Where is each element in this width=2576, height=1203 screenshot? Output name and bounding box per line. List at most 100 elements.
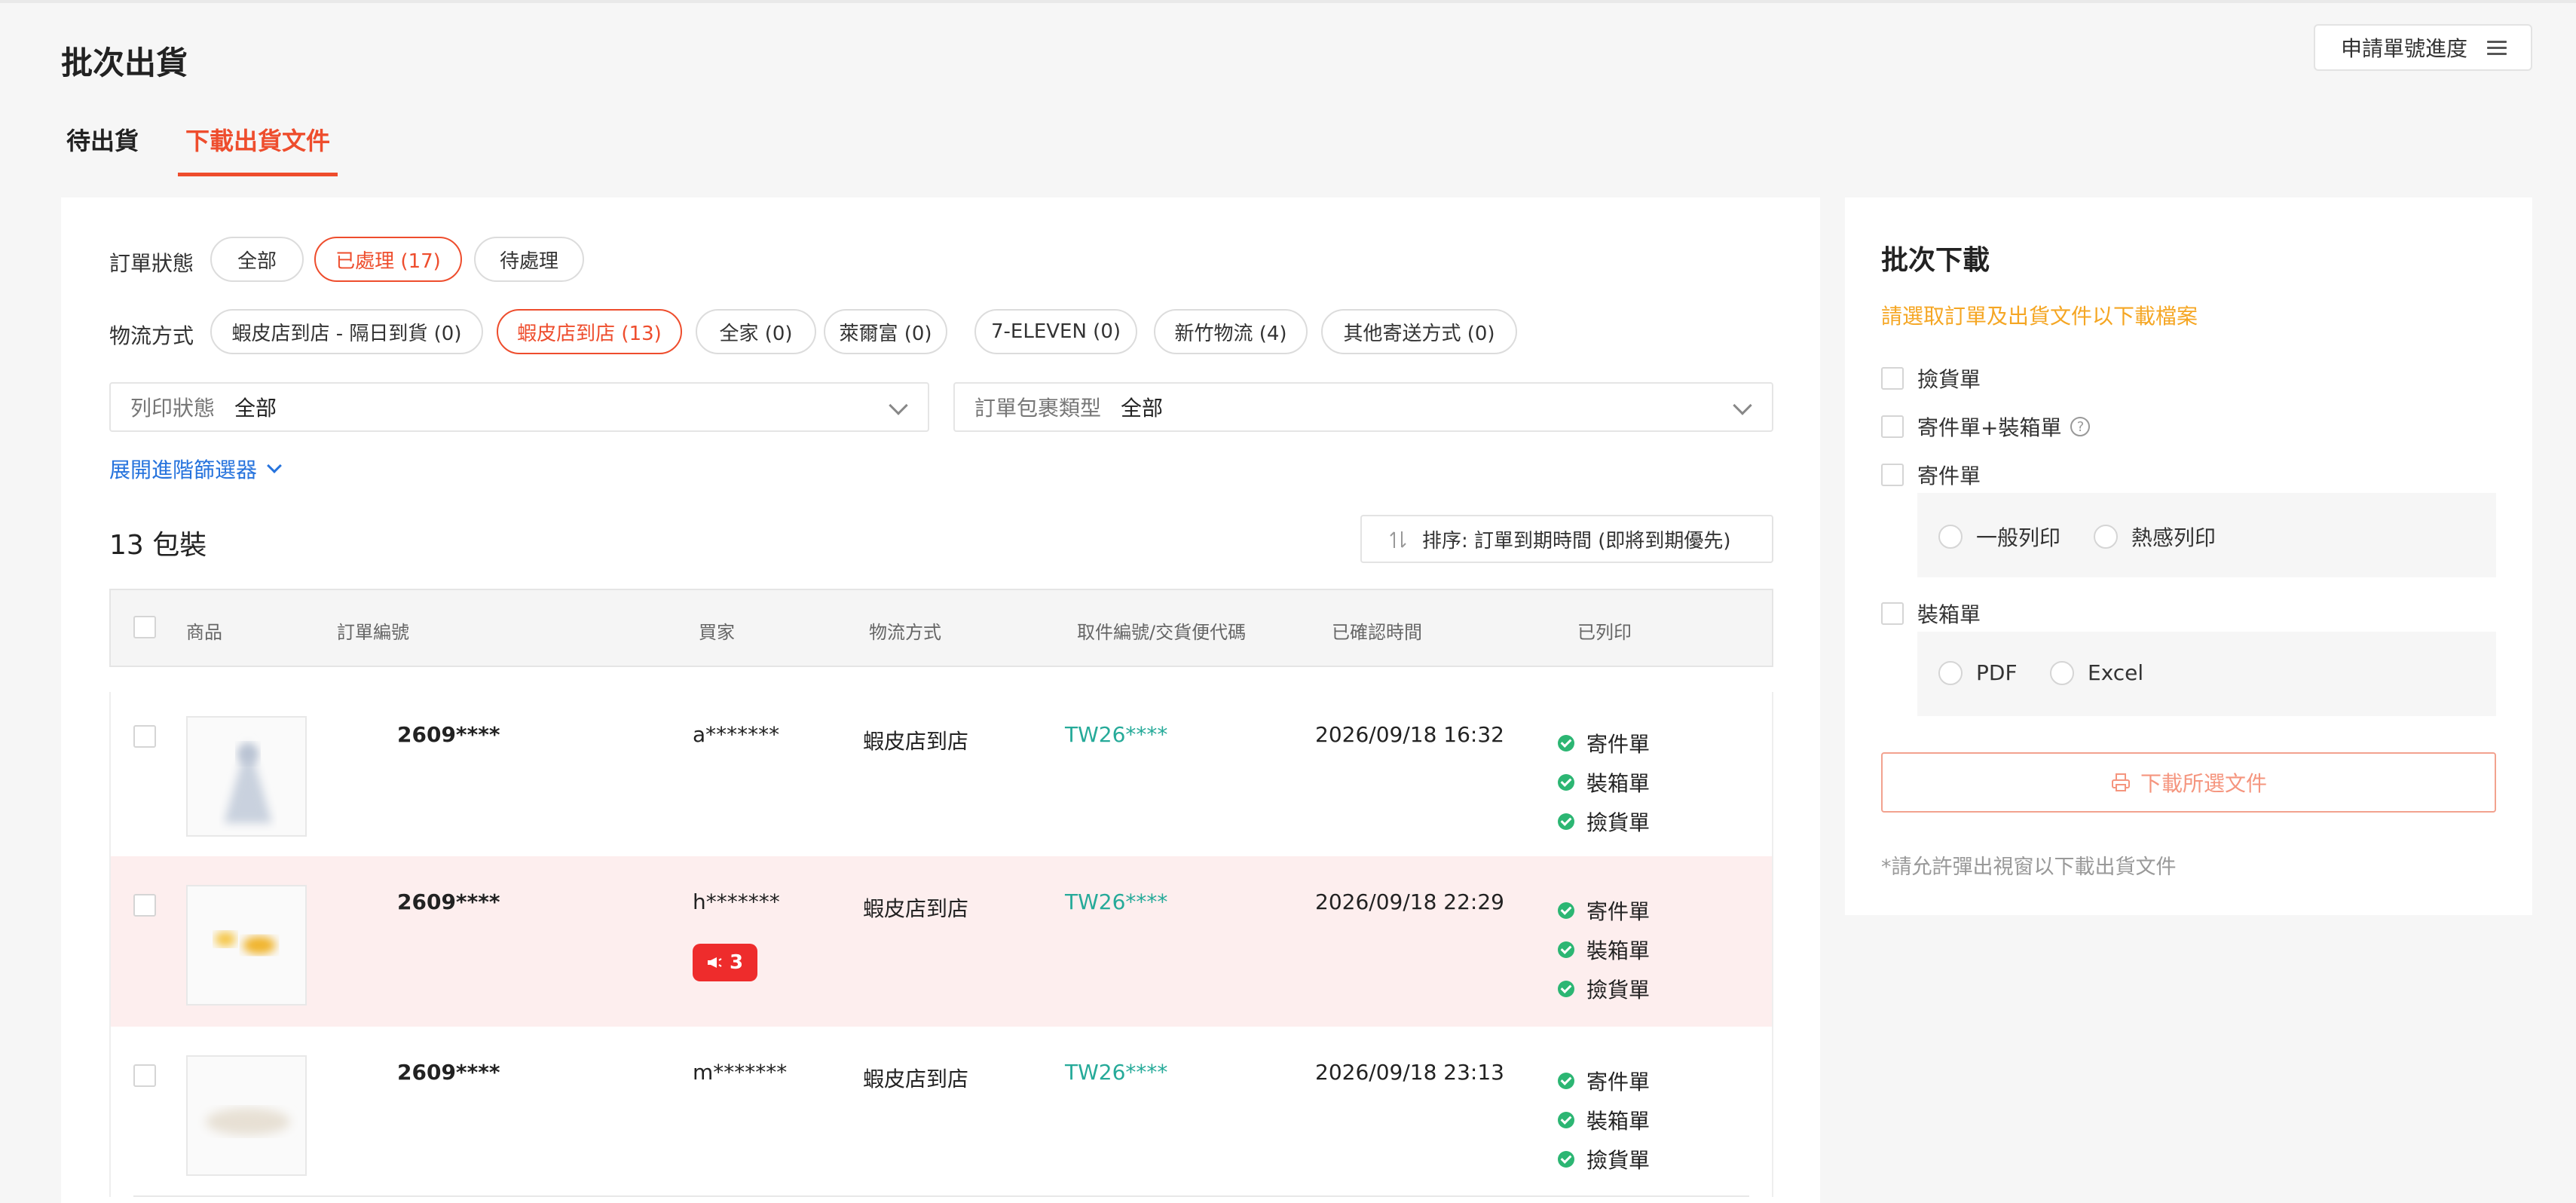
package-type-select[interactable]: 訂單包裹類型 全部 xyxy=(953,382,1773,432)
shipping-packing-checkbox[interactable] xyxy=(1881,415,1904,438)
column-header-printed: 已列印 xyxy=(1577,622,1632,643)
column-header-order-no: 訂單編號 xyxy=(337,622,409,643)
printed-item: 裝箱單 xyxy=(1558,763,1650,802)
column-header-logistics: 物流方式 xyxy=(869,622,941,643)
radio-circle[interactable] xyxy=(2094,525,2118,549)
row-divider xyxy=(133,1195,1749,1197)
radio-excel[interactable]: Excel xyxy=(2050,660,2143,685)
check-circle-icon xyxy=(1558,1112,1574,1128)
download-selected-button[interactable]: 下載所選文件 xyxy=(1881,752,2496,813)
printed-item: 裝箱單 xyxy=(1558,930,1650,969)
table-header: 商品 訂單編號 買家 物流方式 取件編號/交貨便代碼 已確認時間 已列印 xyxy=(109,589,1773,667)
logistics-chip-hct[interactable]: 新竹物流 (4) xyxy=(1154,309,1308,354)
option-packing-list[interactable]: 裝箱單 xyxy=(1881,598,1981,629)
sort-icon xyxy=(1390,531,1406,548)
order-number: 2609**** xyxy=(397,1060,500,1085)
tracking-code[interactable]: TW26**** xyxy=(1065,722,1167,747)
printed-item: 撿貨單 xyxy=(1558,802,1650,841)
check-circle-icon xyxy=(1558,774,1574,791)
shipping-method: 蝦皮店到店 xyxy=(863,1067,969,1091)
printer-icon xyxy=(2111,773,2130,791)
order-status-chip-pending[interactable]: 待處理 xyxy=(474,237,584,282)
expand-advanced-filters-link[interactable]: 展開進階篩選器 xyxy=(109,454,282,484)
print-status-label: 列印狀態 xyxy=(130,396,216,421)
table-row[interactable]: 2609**** m******* 蝦皮店到店 TW26**** 2026/09… xyxy=(109,1027,1773,1197)
shipping-label-checkbox[interactable] xyxy=(1881,464,1904,486)
buyer-name: a******* xyxy=(693,722,780,747)
printed-item: 寄件單 xyxy=(1558,1061,1650,1100)
main-panel: 訂單狀態 全部 已處理 (17) 待處理 物流方式 蝦皮店到店 - 隔日到貨 (… xyxy=(61,197,1820,1203)
select-all-checkbox[interactable] xyxy=(133,616,156,638)
tab-pending-shipment[interactable]: 待出貨 xyxy=(66,122,139,172)
sort-button[interactable]: 排序: 訂單到期時間 (即將到期優先) xyxy=(1360,515,1773,563)
notification-badge[interactable]: 3 xyxy=(693,944,757,981)
application-progress-button[interactable]: 申請單號進度 xyxy=(2314,24,2532,71)
print-status-value: 全部 xyxy=(234,396,277,421)
package-count: 13 包裝 xyxy=(109,530,207,561)
order-status-chip-processed[interactable]: 已處理 (17) xyxy=(314,237,462,282)
row-checkbox[interactable] xyxy=(133,725,156,748)
help-icon[interactable]: ? xyxy=(2070,417,2091,436)
printed-item: 撿貨單 xyxy=(1558,969,1650,1009)
order-number: 2609**** xyxy=(397,722,500,747)
tab-download-documents[interactable]: 下載出貨文件 xyxy=(178,122,338,176)
sort-label: 排序: 訂單到期時間 (即將到期優先) xyxy=(1422,529,1731,553)
logistics-chip-shopee-store[interactable]: 蝦皮店到店 (13) xyxy=(497,309,682,354)
product-thumbnail xyxy=(186,885,307,1006)
printed-item: 寄件單 xyxy=(1558,891,1650,930)
buyer-name: m******* xyxy=(693,1060,788,1085)
printed-list: 寄件單 裝箱單 撿貨單 xyxy=(1558,891,1650,1009)
batch-download-panel: 批次下載 請選取訂單及出貨文件以下載檔案 撿貨單 寄件單+裝箱單 ? 寄件單 一… xyxy=(1845,197,2532,915)
check-circle-icon xyxy=(1558,902,1574,919)
product-thumbnail xyxy=(186,716,307,837)
printed-item: 裝箱單 xyxy=(1558,1100,1650,1140)
logistics-chip-other[interactable]: 其他寄送方式 (0) xyxy=(1321,309,1517,354)
product-image xyxy=(206,1108,290,1135)
download-selected-label: 下載所選文件 xyxy=(2140,771,2267,796)
megaphone-icon xyxy=(707,957,722,968)
packing-list-checkbox[interactable] xyxy=(1881,602,1904,625)
packing-format-options: PDF Excel xyxy=(1917,632,2496,716)
table-row[interactable]: 2609**** h******* 3 蝦皮店到店 TW26**** 2026/… xyxy=(109,856,1773,1027)
logistics-chip-7eleven[interactable]: 7-ELEVEN (0) xyxy=(974,309,1137,354)
order-number: 2609**** xyxy=(397,889,500,914)
printed-item: 撿貨單 xyxy=(1558,1140,1650,1179)
tracking-code[interactable]: TW26**** xyxy=(1065,889,1167,914)
row-checkbox[interactable] xyxy=(133,1064,156,1087)
column-header-confirmed-time: 已確認時間 xyxy=(1332,622,1422,643)
chevron-down-icon xyxy=(1733,396,1752,415)
tab-bar: 待出貨 下載出貨文件 xyxy=(66,122,377,176)
print-status-select[interactable]: 列印狀態 全部 xyxy=(109,382,929,432)
radio-thermal-print[interactable]: 熱感列印 xyxy=(2094,522,2216,552)
shipping-method: 蝦皮店到店 xyxy=(863,896,969,921)
row-checkbox[interactable] xyxy=(133,894,156,917)
chevron-down-icon xyxy=(267,458,282,473)
column-header-tracking: 取件編號/交貨便代碼 xyxy=(1077,622,1247,643)
column-header-product: 商品 xyxy=(186,622,222,643)
buyer-name: h******* xyxy=(693,889,780,914)
check-circle-icon xyxy=(1558,981,1574,997)
option-shipping-label[interactable]: 寄件單 xyxy=(1881,460,1981,490)
product-image xyxy=(215,932,276,954)
radio-circle[interactable] xyxy=(1938,660,1963,685)
option-shipping-packing[interactable]: 寄件單+裝箱單 ? xyxy=(1881,412,2091,442)
logistics-chip-familymart[interactable]: 全家 (0) xyxy=(696,309,816,354)
shipping-print-options: 一般列印 熱感列印 xyxy=(1917,493,2496,577)
product-image xyxy=(224,740,272,823)
radio-normal-print[interactable]: 一般列印 xyxy=(1938,522,2060,552)
logistics-chip-hilife[interactable]: 萊爾富 (0) xyxy=(824,309,947,354)
radio-circle[interactable] xyxy=(2050,660,2074,685)
table-row[interactable]: 2609**** a******* 蝦皮店到店 TW26**** 2026/09… xyxy=(109,692,1773,862)
picking-list-checkbox[interactable] xyxy=(1881,367,1904,390)
printed-list: 寄件單 裝箱單 撿貨單 xyxy=(1558,1061,1650,1179)
package-type-label: 訂單包裹類型 xyxy=(974,396,1102,421)
batch-download-title: 批次下載 xyxy=(1881,245,1990,276)
radio-pdf[interactable]: PDF xyxy=(1938,660,2018,685)
page-title: 批次出貨 xyxy=(61,44,188,81)
tracking-code[interactable]: TW26**** xyxy=(1065,1060,1167,1085)
option-picking-list[interactable]: 撿貨單 xyxy=(1881,363,1981,393)
order-status-chip-all[interactable]: 全部 xyxy=(210,237,304,282)
radio-circle[interactable] xyxy=(1938,525,1963,549)
confirmed-time: 2026/09/18 23:13 xyxy=(1315,1060,1504,1085)
logistics-chip-shopee-nextday[interactable]: 蝦皮店到店 - 隔日到貨 (0) xyxy=(210,309,483,354)
